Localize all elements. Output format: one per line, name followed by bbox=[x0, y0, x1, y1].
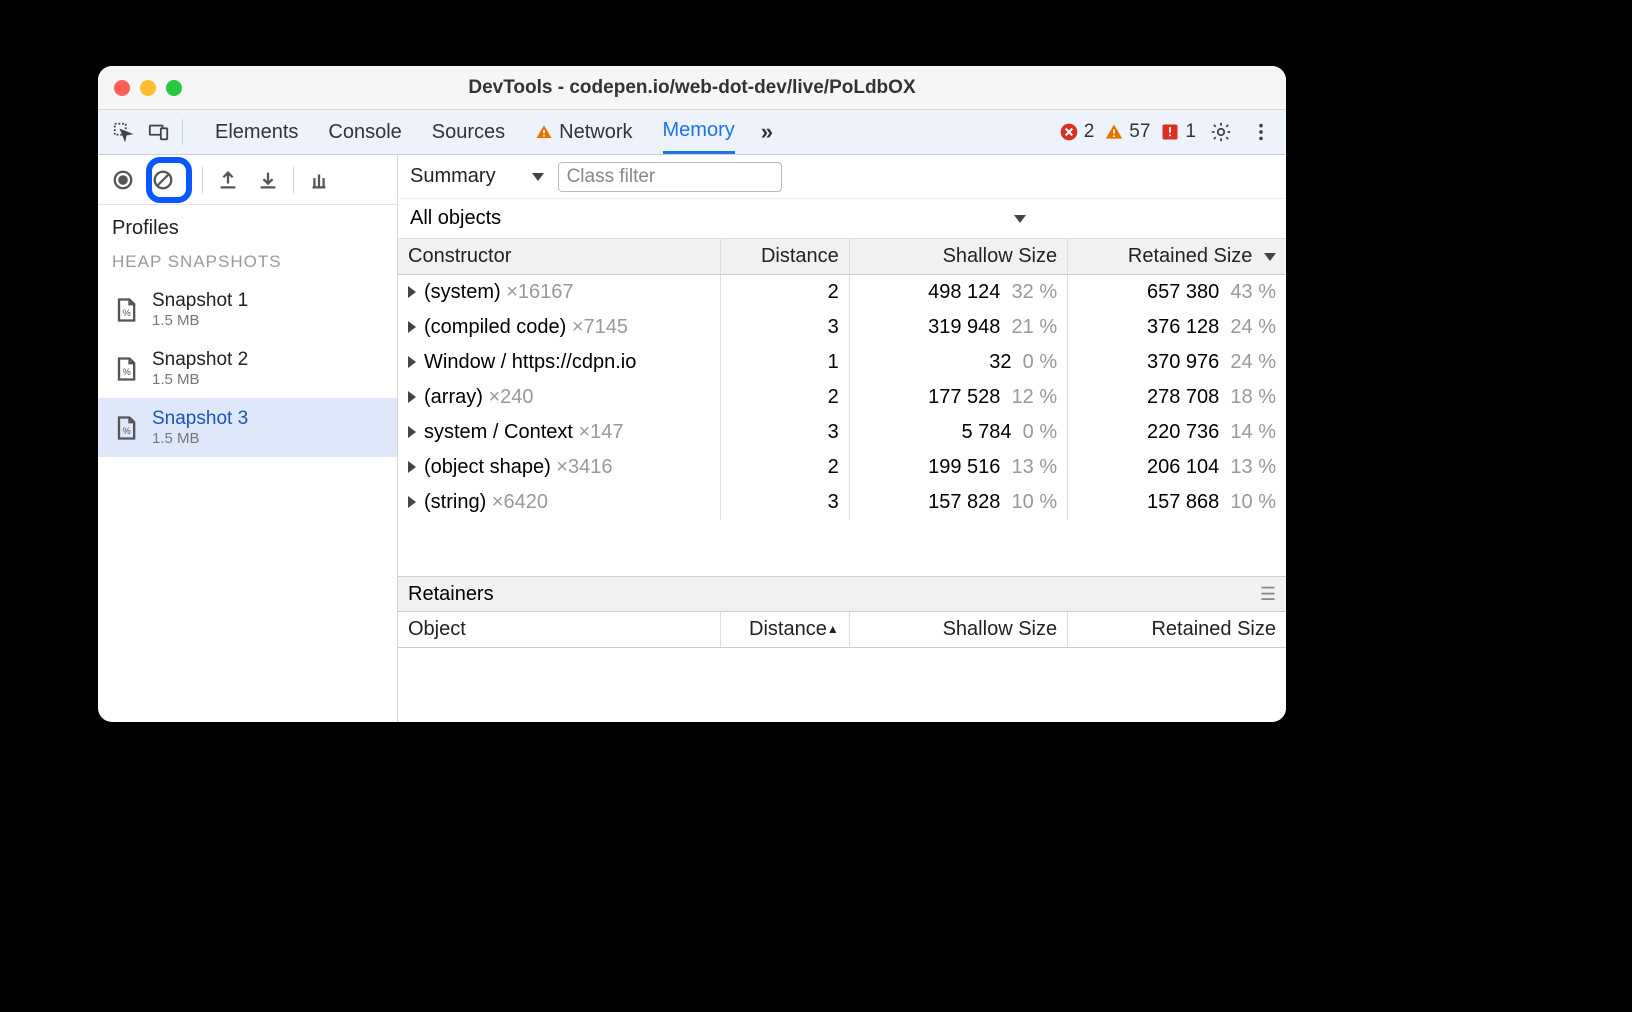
sort-desc-icon bbox=[1264, 253, 1276, 261]
table-row[interactable]: Window / https://cdpn.io 1 32 0 % 370 97… bbox=[398, 345, 1286, 380]
kebab-icon[interactable] bbox=[1246, 117, 1276, 147]
snapshot-item[interactable]: % Snapshot 31.5 MB bbox=[98, 398, 397, 457]
snapshot-size: 1.5 MB bbox=[152, 371, 248, 388]
table-row[interactable]: (object shape) ×3416 2 199 516 13 % 206 … bbox=[398, 450, 1286, 485]
sort-asc-icon: ▲ bbox=[827, 622, 839, 636]
menu-icon[interactable]: ☰ bbox=[1260, 584, 1276, 605]
svg-text:%: % bbox=[123, 425, 131, 435]
class-filter-input[interactable] bbox=[558, 162, 782, 192]
window-controls bbox=[114, 80, 182, 96]
snapshot-name: Snapshot 1 bbox=[152, 290, 248, 312]
filter-bar: Summary bbox=[398, 155, 1286, 199]
table-row[interactable]: system / Context ×147 3 5 784 0 % 220 73… bbox=[398, 415, 1286, 450]
col-shallow[interactable]: Shallow Size bbox=[849, 239, 1067, 275]
retainers-label: Retainers bbox=[408, 583, 494, 606]
file-icon: % bbox=[112, 296, 140, 324]
dropdown-icon bbox=[532, 173, 544, 181]
sidebar: Profiles HEAP SNAPSHOTS % Snapshot 11.5 … bbox=[98, 155, 398, 722]
ret-col-object[interactable]: Object bbox=[398, 612, 720, 648]
snapshot-item[interactable]: % Snapshot 21.5 MB bbox=[98, 339, 397, 398]
main-toolbar: Elements Console Sources Network Memory … bbox=[98, 110, 1286, 155]
issues-count: 1 bbox=[1185, 121, 1196, 143]
table-row[interactable]: (string) ×6420 3 157 828 10 % 157 868 10… bbox=[398, 485, 1286, 520]
device-icon[interactable] bbox=[144, 117, 174, 147]
table-row[interactable]: (system) ×16167 2 498 124 32 % 657 380 4… bbox=[398, 275, 1286, 311]
col-constructor[interactable]: Constructor bbox=[398, 239, 720, 275]
summary-label: Summary bbox=[410, 165, 496, 188]
toolbar-right: 2 57 1 bbox=[1059, 117, 1276, 147]
retainers-header[interactable]: Retainers ☰ bbox=[398, 576, 1286, 612]
tab-network-label: Network bbox=[559, 121, 632, 144]
warnings-count: 57 bbox=[1129, 121, 1150, 143]
expand-icon[interactable] bbox=[408, 286, 416, 298]
table-row[interactable]: (array) ×240 2 177 528 12 % 278 708 18 % bbox=[398, 380, 1286, 415]
tab-elements[interactable]: Elements bbox=[215, 110, 298, 154]
ret-col-shallow[interactable]: Shallow Size bbox=[849, 612, 1067, 648]
tab-sources[interactable]: Sources bbox=[432, 110, 505, 154]
tab-network[interactable]: Network bbox=[535, 110, 632, 154]
all-objects-label: All objects bbox=[410, 207, 501, 230]
dropdown-icon bbox=[1014, 215, 1026, 223]
inspect-icon[interactable] bbox=[108, 117, 138, 147]
expand-icon[interactable] bbox=[408, 391, 416, 403]
col-retained[interactable]: Retained Size bbox=[1068, 239, 1286, 275]
devtools-window: DevTools - codepen.io/web-dot-dev/live/P… bbox=[98, 66, 1286, 722]
minimize-icon[interactable] bbox=[140, 80, 156, 96]
issues-badge[interactable]: 1 bbox=[1160, 121, 1196, 143]
constructors-table: Constructor Distance Shallow Size Retain… bbox=[398, 239, 1286, 576]
errors-badge[interactable]: 2 bbox=[1059, 121, 1095, 143]
errors-count: 2 bbox=[1084, 121, 1095, 143]
ret-col-distance[interactable]: Distance▲ bbox=[720, 612, 849, 648]
snapshot-name: Snapshot 3 bbox=[152, 408, 248, 430]
snapshot-item[interactable]: % Snapshot 11.5 MB bbox=[98, 280, 397, 339]
expand-icon[interactable] bbox=[408, 426, 416, 438]
more-tabs-icon[interactable]: » bbox=[761, 119, 773, 145]
object-filter-bar[interactable]: All objects bbox=[398, 199, 1286, 239]
summary-dropdown[interactable]: Summary bbox=[410, 165, 544, 188]
svg-text:%: % bbox=[123, 366, 131, 376]
main-panel: Summary All objects Constructor Distance… bbox=[398, 155, 1286, 722]
tab-memory[interactable]: Memory bbox=[663, 110, 735, 154]
ret-col-retained[interactable]: Retained Size bbox=[1068, 612, 1286, 648]
profile-toolbar bbox=[98, 155, 397, 205]
window-title: DevTools - codepen.io/web-dot-dev/live/P… bbox=[98, 77, 1286, 99]
retainers-empty bbox=[398, 648, 1286, 722]
svg-text:%: % bbox=[123, 307, 131, 317]
close-icon[interactable] bbox=[114, 80, 130, 96]
panel-tabs: Elements Console Sources Network Memory bbox=[215, 110, 735, 154]
tutorial-highlight bbox=[146, 157, 192, 203]
snapshot-size: 1.5 MB bbox=[152, 430, 248, 447]
snapshot-size: 1.5 MB bbox=[152, 312, 248, 329]
record-button[interactable] bbox=[106, 163, 140, 197]
expand-icon[interactable] bbox=[408, 496, 416, 508]
expand-icon[interactable] bbox=[408, 461, 416, 473]
profiles-heading: Profiles bbox=[98, 205, 397, 248]
download-button[interactable] bbox=[251, 163, 285, 197]
file-icon: % bbox=[112, 414, 140, 442]
col-distance[interactable]: Distance bbox=[720, 239, 849, 275]
expand-icon[interactable] bbox=[408, 356, 416, 368]
tab-console[interactable]: Console bbox=[328, 110, 401, 154]
heap-snapshots-heading: HEAP SNAPSHOTS bbox=[98, 248, 397, 280]
table-row[interactable]: (compiled code) ×7145 3 319 948 21 % 376… bbox=[398, 310, 1286, 345]
file-icon: % bbox=[112, 355, 140, 383]
upload-button[interactable] bbox=[211, 163, 245, 197]
zoom-icon[interactable] bbox=[166, 80, 182, 96]
gc-button[interactable] bbox=[302, 163, 336, 197]
titlebar: DevTools - codepen.io/web-dot-dev/live/P… bbox=[98, 66, 1286, 110]
warnings-badge[interactable]: 57 bbox=[1104, 121, 1150, 143]
settings-icon[interactable] bbox=[1206, 117, 1236, 147]
expand-icon[interactable] bbox=[408, 321, 416, 333]
snapshot-name: Snapshot 2 bbox=[152, 349, 248, 371]
